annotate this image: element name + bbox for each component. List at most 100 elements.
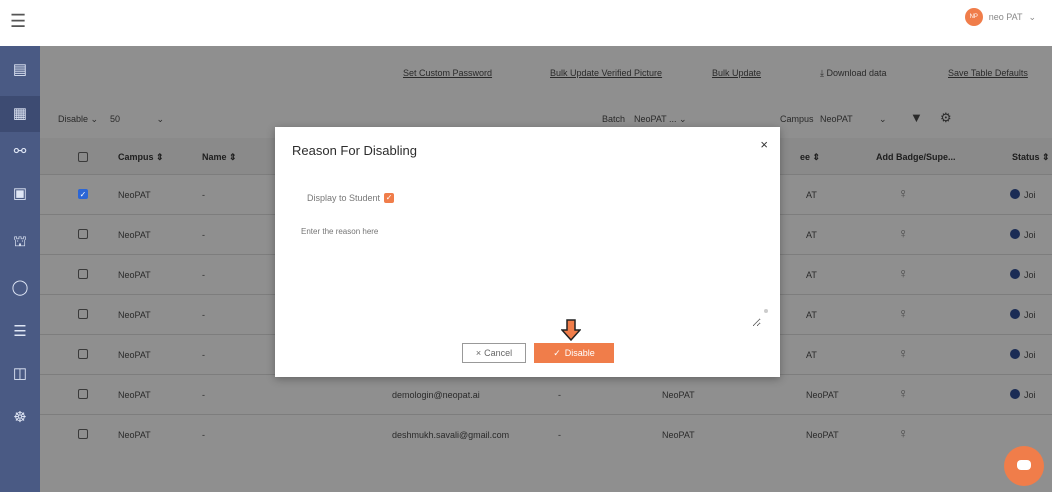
disable-label: Disable bbox=[564, 348, 595, 358]
chevron-down-icon[interactable]: ⌄ bbox=[1028, 12, 1036, 23]
cell-email: demologin@neopat.ai bbox=[392, 390, 480, 400]
page-size-select[interactable]: 50 ⌄ bbox=[110, 114, 164, 125]
status-dot bbox=[1010, 189, 1020, 199]
chat-support-button[interactable] bbox=[1004, 446, 1044, 486]
badge-icon[interactable]: ♀ bbox=[898, 185, 909, 201]
briefcase-icon[interactable]: ▣ bbox=[10, 184, 30, 204]
gear-icon[interactable]: ⚙ bbox=[940, 110, 952, 126]
cell-col6: NeoPAT bbox=[806, 390, 839, 400]
cancel-label: Cancel bbox=[484, 348, 513, 358]
download-icon: ⤓ bbox=[820, 68, 824, 78]
table-row[interactable]: NeoPAT - deshmukh.savali@gmail.com - NeoPAT N… bbox=[40, 414, 1052, 454]
row-checkbox[interactable]: ✓ bbox=[78, 189, 88, 199]
select-all-checkbox[interactable] bbox=[78, 152, 88, 162]
campus-select-value: NeoPAT bbox=[820, 114, 853, 124]
column-header-status[interactable]: Status ⇕ bbox=[1012, 152, 1050, 163]
bank-icon[interactable]: ⛫ bbox=[10, 232, 30, 252]
badge-icon[interactable]: ♀ bbox=[898, 385, 909, 401]
cell-col6: AT bbox=[806, 270, 817, 280]
bulk-update-verified-picture-link[interactable]: Bulk Update Verified Picture bbox=[550, 68, 662, 78]
cell-col6: NeoPAT bbox=[806, 430, 839, 440]
check-icon: ✓ bbox=[553, 347, 561, 358]
cell-name: - bbox=[202, 350, 205, 360]
column-header-name[interactable]: Name ⇕ bbox=[202, 152, 237, 163]
textarea-resize-handle[interactable] bbox=[764, 309, 768, 313]
badge-icon[interactable]: ♀ bbox=[898, 265, 909, 281]
cell-name: - bbox=[202, 190, 205, 200]
display-to-student-label: Display to Student bbox=[307, 193, 381, 203]
network-icon[interactable]: ⚯ bbox=[10, 142, 30, 162]
cell-status: Joi bbox=[1024, 230, 1036, 240]
status-dot bbox=[1010, 389, 1020, 399]
row-checkbox[interactable] bbox=[78, 309, 88, 319]
chevron-down-icon: ⌄ bbox=[679, 114, 687, 124]
action-select-value: Disable bbox=[58, 114, 89, 124]
table-row[interactable]: NeoPAT - demologin@neopat.ai - NeoPAT NeoPAT ♀… bbox=[40, 374, 1052, 414]
bulk-update-link[interactable]: Bulk Update bbox=[712, 68, 761, 78]
row-checkbox[interactable] bbox=[78, 389, 88, 399]
modal-title: Reason For Disabling bbox=[292, 143, 418, 158]
chevron-down-icon: ⌄ bbox=[90, 114, 99, 124]
batch-select[interactable]: NeoPAT ... ⌄ bbox=[634, 114, 687, 125]
row-checkbox[interactable] bbox=[78, 269, 88, 279]
cell-col6: AT bbox=[806, 190, 817, 200]
column-header-ee[interactable]: ee ⇕ bbox=[800, 152, 820, 163]
user-avatar[interactable]: NP bbox=[964, 8, 983, 26]
cell-campus: NeoPAT bbox=[118, 350, 151, 360]
cell-col5: NeoPAT bbox=[662, 390, 695, 400]
notes-icon[interactable]: ☰ bbox=[10, 322, 30, 342]
cell-name: - bbox=[202, 390, 205, 400]
reason-textarea[interactable] bbox=[301, 227, 761, 327]
clipboard-icon[interactable]: ▦ bbox=[10, 104, 30, 124]
user-profile-menu[interactable]: NP neo PAT ⌄ bbox=[964, 8, 1036, 26]
disable-reason-modal: Reason For Disabling × Display to Studen… bbox=[275, 127, 780, 377]
download-data-label: Download data bbox=[826, 68, 887, 78]
cell-col5: NeoPAT bbox=[662, 430, 695, 440]
close-icon[interactable]: × bbox=[760, 137, 768, 152]
campus-select[interactable]: NeoPAT ⌄ bbox=[820, 114, 887, 125]
user-name[interactable]: neo PAT bbox=[989, 12, 1023, 22]
cell-status: Joi bbox=[1024, 270, 1036, 280]
display-to-student-row: Display to Student ✓ bbox=[307, 193, 395, 203]
column-header-add-badge[interactable]: Add Badge/Supe... bbox=[876, 152, 956, 162]
download-data-link[interactable]: ⤓ Download data bbox=[820, 68, 887, 79]
batch-label: Batch bbox=[602, 114, 626, 124]
cell-campus: NeoPAT bbox=[118, 230, 151, 240]
row-checkbox[interactable] bbox=[78, 349, 88, 359]
cell-campus: NeoPAT bbox=[118, 390, 151, 400]
cell-col6: AT bbox=[806, 350, 817, 360]
cell-campus: NeoPAT bbox=[118, 190, 151, 200]
badge-icon[interactable]: ♀ bbox=[898, 225, 909, 241]
cancel-button[interactable]: × Cancel bbox=[462, 343, 526, 363]
action-select[interactable]: Disable ⌄ bbox=[58, 114, 98, 125]
chevron-down-icon: ⌄ bbox=[879, 114, 887, 124]
globe-icon[interactable]: ☸ bbox=[10, 408, 30, 428]
badge-icon[interactable]: ♀ bbox=[898, 305, 909, 321]
batch-select-value: NeoPAT ... bbox=[634, 114, 677, 124]
column-header-campus[interactable]: Campus ⇕ bbox=[118, 152, 164, 163]
row-checkbox[interactable] bbox=[78, 429, 88, 439]
display-to-student-checkbox[interactable]: ✓ bbox=[384, 193, 395, 203]
status-dot bbox=[1010, 229, 1020, 239]
document-icon[interactable]: ▤ bbox=[10, 60, 30, 80]
sidebar: ▤ ▦ ⚯ ▣ ⛫ ◯ ☰ ◫ ☸ bbox=[0, 46, 40, 492]
page-size-value: 50 bbox=[110, 114, 121, 124]
disable-button[interactable]: ✓ Disable bbox=[534, 343, 614, 363]
set-custom-password-link[interactable]: Set Custom Password bbox=[403, 68, 492, 78]
badge-icon[interactable]: ♀ bbox=[898, 425, 909, 441]
cell-name: - bbox=[202, 430, 205, 440]
cell-name: - bbox=[202, 270, 205, 280]
badge-icon[interactable]: ♀ bbox=[898, 345, 909, 361]
row-checkbox[interactable] bbox=[78, 229, 88, 239]
cell-name: - bbox=[202, 310, 205, 320]
filter-icon[interactable]: ▼ bbox=[910, 110, 923, 125]
hamburger-icon[interactable]: ☰ bbox=[10, 12, 28, 30]
shield-icon[interactable]: ◯ bbox=[10, 278, 30, 298]
cell-status: Joi bbox=[1024, 390, 1036, 400]
cell-col6: AT bbox=[806, 310, 817, 320]
status-dot bbox=[1010, 349, 1020, 359]
cell-status: Joi bbox=[1024, 310, 1036, 320]
cart-icon[interactable]: ◫ bbox=[10, 364, 30, 384]
save-table-defaults-link[interactable]: Save Table Defaults bbox=[948, 68, 1028, 78]
cell-col4: - bbox=[558, 430, 561, 440]
